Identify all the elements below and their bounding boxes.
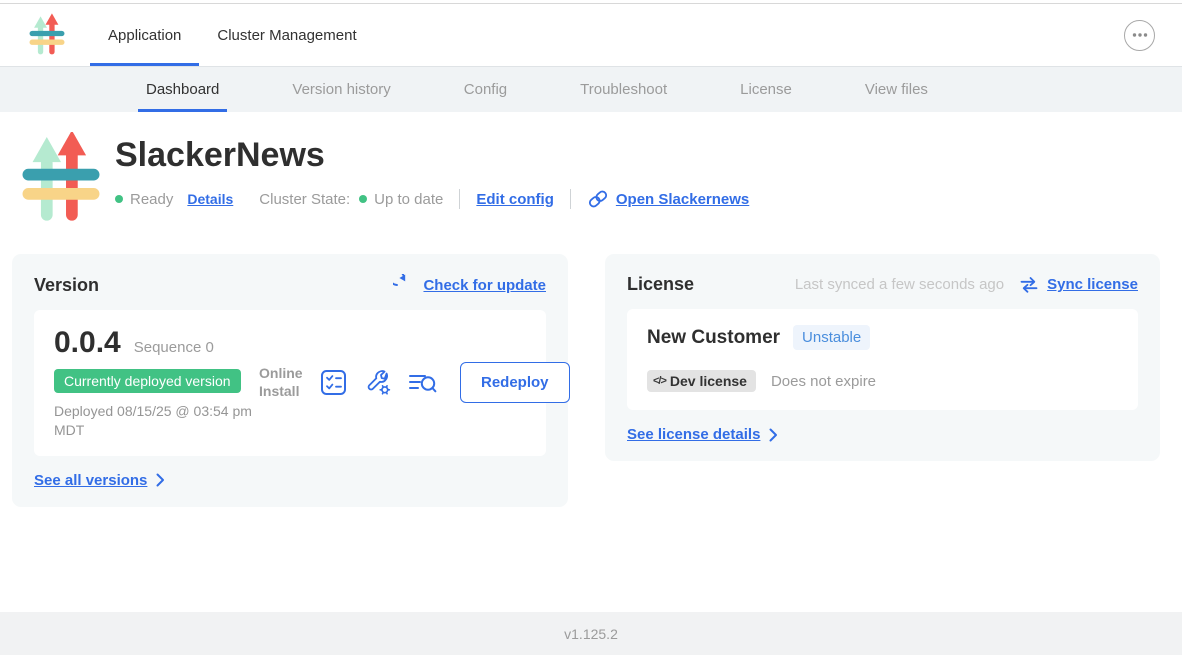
code-icon: </> (653, 375, 666, 387)
install-type-label: Online Install (259, 365, 303, 400)
app-status-label: Ready (130, 191, 173, 208)
tab-cluster-management[interactable]: Cluster Management (199, 4, 374, 66)
divider (459, 189, 460, 209)
top-nav-bar: Application Cluster Management (0, 4, 1182, 67)
ellipsis-icon (1131, 32, 1149, 38)
current-version-panel: 0.0.4 Sequence 0 Currently deployed vers… (34, 310, 546, 456)
see-all-versions-label: See all versions (34, 472, 147, 489)
checklist-icon (320, 369, 347, 396)
subtab-view-files[interactable]: View files (857, 67, 936, 112)
app-icon (17, 132, 105, 224)
version-number: 0.0.4 (54, 326, 121, 360)
subtab-dashboard[interactable]: Dashboard (138, 67, 227, 112)
subtab-config[interactable]: Config (456, 67, 515, 112)
cluster-state-label: Cluster State: (259, 191, 350, 208)
dashboard-cards: Version Check for update 0.0.4 Sequence … (12, 254, 1172, 507)
wrench-gear-icon (364, 369, 391, 396)
view-logs-button[interactable] (408, 370, 437, 396)
see-license-details-link[interactable]: See license details (627, 426, 1138, 443)
subtab-license[interactable]: License (732, 67, 800, 112)
subtab-dashboard-label: Dashboard (146, 81, 219, 98)
last-synced-label: Last synced a few seconds ago (795, 276, 1004, 293)
open-app-link-label: Open Slackernews (616, 191, 749, 208)
open-app-link[interactable]: Open Slackernews (587, 189, 749, 209)
customer-name: New Customer (647, 327, 780, 349)
license-card-title: License (627, 274, 694, 295)
channel-badge: Unstable (793, 325, 870, 350)
tab-application-label: Application (108, 27, 181, 44)
sync-license-link[interactable]: Sync license (1019, 276, 1138, 294)
subtab-version-history[interactable]: Version history (284, 67, 398, 112)
subtab-config-label: Config (464, 81, 507, 98)
exchange-arrows-icon (1019, 276, 1039, 294)
more-menu-button[interactable] (1124, 20, 1155, 51)
chevron-right-icon (769, 428, 778, 442)
preflight-checks-button[interactable] (320, 369, 347, 396)
deployed-timestamp: Deployed 08/15/25 @ 03:54 pm MDT (54, 402, 259, 440)
app-header: SlackerNews Ready Details Cluster State:… (17, 132, 1182, 224)
tab-application[interactable]: Application (90, 4, 199, 66)
edit-config-link[interactable]: Edit config (476, 191, 554, 208)
footer-bar: v1.125.2 (0, 612, 1182, 655)
version-info: 0.0.4 Sequence 0 Currently deployed vers… (54, 326, 259, 440)
chevron-right-icon (156, 473, 165, 487)
tab-cluster-management-label: Cluster Management (217, 27, 356, 44)
version-actions: Online Install (259, 362, 572, 403)
subtab-view-files-label: View files (865, 81, 928, 98)
console-version: v1.125.2 (564, 626, 618, 642)
log-search-icon (408, 370, 437, 396)
chain-link-icon (587, 189, 609, 209)
license-type-label: Dev license (670, 373, 747, 389)
sync-license-label: Sync license (1047, 276, 1138, 293)
page-title: SlackerNews (115, 136, 749, 175)
divider (570, 189, 571, 209)
cluster-state-dot (359, 195, 367, 203)
version-card: Version Check for update 0.0.4 Sequence … (12, 254, 568, 507)
see-license-details-label: See license details (627, 426, 760, 443)
license-info-panel: New Customer Unstable </> Dev license Do… (627, 309, 1138, 410)
see-all-versions-link[interactable]: See all versions (34, 472, 546, 489)
subtab-version-history-label: Version history (292, 81, 390, 98)
cluster-state-value: Up to date (374, 191, 443, 208)
subtab-troubleshoot-label: Troubleshoot (580, 81, 667, 98)
license-expiry: Does not expire (771, 373, 876, 390)
subtab-troubleshoot[interactable]: Troubleshoot (572, 67, 675, 112)
license-card: License Last synced a few seconds ago Sy… (605, 254, 1160, 461)
app-status-row: Ready Details Cluster State: Up to date … (115, 189, 749, 209)
sequence-label: Sequence 0 (134, 339, 214, 356)
version-card-title: Version (34, 275, 99, 296)
refresh-icon (393, 274, 415, 296)
subtab-license-label: License (740, 81, 792, 98)
deployed-badge: Currently deployed version (54, 369, 241, 393)
app-logo-icon[interactable] (28, 13, 66, 57)
check-for-update-label: Check for update (423, 277, 546, 294)
license-type-badge: </> Dev license (647, 370, 756, 392)
app-sub-nav: Dashboard Version history Config Trouble… (0, 67, 1182, 112)
details-link[interactable]: Details (187, 191, 233, 207)
app-status-dot (115, 195, 123, 203)
config-tools-button[interactable] (364, 369, 391, 396)
redeploy-button[interactable]: Redeploy (460, 362, 570, 403)
check-for-update-link[interactable]: Check for update (393, 274, 546, 296)
